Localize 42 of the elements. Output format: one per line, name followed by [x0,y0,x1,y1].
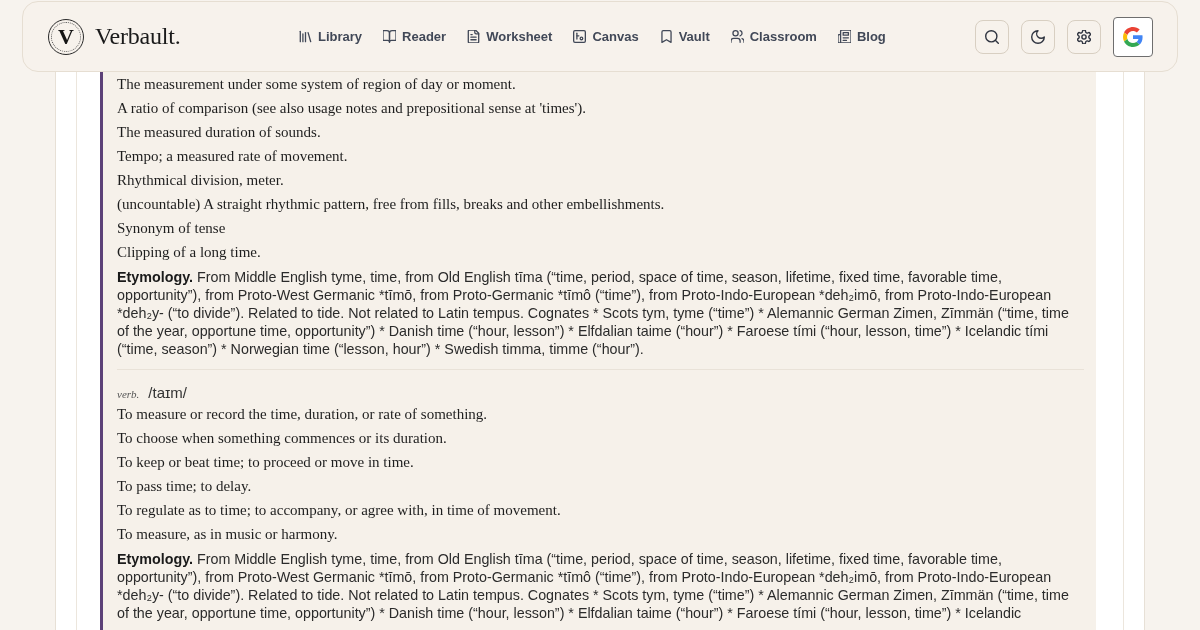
bookmark-icon [659,30,673,43]
newspaper-icon [837,30,851,43]
document-icon [467,30,481,43]
nav-link[interactable]: Canvas [573,29,639,44]
definition-text: (uncountable) A straight rhythmic pattern, free from fills, breaks and other embellishments. [117,195,666,214]
open-book-icon [383,30,397,43]
definition-text: To measure, as in music or harmony. [117,525,339,544]
theme-toggle-button[interactable] [1021,19,1055,54]
nav-link[interactable]: Vault [659,29,710,44]
gear-icon [1077,29,1091,44]
search-icon [985,29,999,44]
definition-text: Synonym of tense [117,219,227,238]
definition-text: To regulate as to time; to accompany, or agree with, in time of movement. [117,501,562,520]
definition-text: Tempo; a measured rate of movement. [117,147,349,166]
books-icon [299,30,312,43]
people-icon [730,30,744,43]
settings-button[interactable] [1067,19,1101,54]
nav-link[interactable]: Reader [383,29,447,44]
g-logo-button[interactable] [1113,16,1153,57]
nav-link[interactable]: Classroom [730,29,817,44]
search-button[interactable] [975,19,1009,54]
definition-text: To choose when something commences or its duration. [117,429,448,448]
definition-text: A ratio of comparison (see also usage notes and prepositional sense at 'times'). [117,99,588,118]
definition-text: The measured duration of sounds. [117,123,322,142]
nav-link[interactable]: Blog [837,29,886,44]
nav-link[interactable]: Library [299,29,363,44]
part-of-speech: verb. [117,387,140,402]
definition-text: To keep or beat time; to proceed or move in time. [117,453,415,472]
definition-text: The measurement under some system of region of day or moment. [117,75,517,94]
nav-link[interactable]: Worksheet [467,29,553,44]
frame-icon [573,30,587,43]
pronunciation: /taɪm/ [148,384,187,402]
moon-icon [1031,29,1045,44]
etymology-text: Etymology. From Middle English tyme, time, from Old English tīma (“time, period, space of time, season, lifetime, fixed time, favorable time, opportunity”), from Proto-West Germanic *tīmō, from Proto-Germanic *tīmô (“time”), from Proto-Indo-European *deh₂imō, from Proto-Indo-European *deh₂y- (“to divide”). Related to tide. Not related to Latin tempus. Cognates * Scots tym, tyme (“time”) * Alemannic German Zimen, Zīmmän (“time, time of the year, opportune time, opportunity”) * Danish time (“hour, lesson”) * Elfdalian taime (“hour”) * Faroese tími (“hour, lesson, time”) * Icelandic tími (“time, season”) * Norwegian time (“lesson, hour”) * Swedish timma, timme (“hour”). [117,268,1070,358]
definition-text: Clipping of a long time. [117,243,262,262]
brand-name[interactable]: Verbault. [95,23,181,50]
logo-emblem[interactable]: V [48,18,84,55]
etymology-text: Etymology. From Middle English tyme, time, from Old English tīma (“time, period, space of time, season, lifetime, fixed time, favorable time, opportunity”), from Proto-West Germanic *tīmō, from Proto-Germanic *tīmô (“time”), from Proto-Indo-European *deh₂imō, from Proto-Indo-European *deh₂y- (“to divide”). Related to tide. Not related to Latin tempus. Cognates * Scots tym, tyme (“time”) * Alemannic German Zimen, Zīmmän (“time, time of the year, opportune time, opportunity”) * Danish time (“hour, lesson”) * Elfdalian taime (“hour”) * Faroese tími (“hour, lesson, time”) * Icelandic [117,550,1070,622]
definition-text: Rhythmical division, meter. [117,171,285,190]
definition-text: To measure or record the time, duration, or rate of something. [117,405,489,424]
g-logo-icon [1123,26,1143,47]
definition-text: To pass time; to delay. [117,477,253,496]
